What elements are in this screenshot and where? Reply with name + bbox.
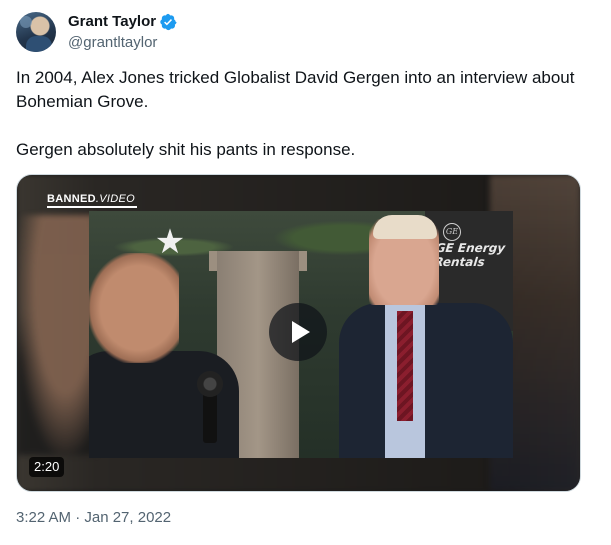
- video-player[interactable]: ★ GE GE Energy Rentals BANNED.VIDEO 2:20: [16, 174, 581, 492]
- tweet-text: In 2004, Alex Jones tricked Globalist Da…: [16, 66, 576, 162]
- ge-logo-icon: GE: [443, 223, 461, 241]
- author-display-name[interactable]: Grant Taylor: [68, 13, 156, 31]
- tweet-card: Grant Taylor @grantltaylor In 2004, Alex…: [0, 0, 611, 545]
- author-name-row: Grant Taylor: [68, 13, 177, 31]
- microphone-icon: [197, 371, 223, 397]
- tweet-paragraph: Gergen absolutely shit his pants in resp…: [16, 140, 356, 159]
- person-right-hair: [373, 215, 437, 239]
- person-right-tie: [397, 311, 413, 421]
- play-icon: [291, 321, 310, 343]
- play-button[interactable]: [269, 303, 327, 361]
- watermark-underline: [47, 206, 137, 208]
- person-left-head: [89, 253, 179, 363]
- scene-sign-text: GE Energy Rentals: [433, 241, 506, 269]
- author-handle[interactable]: @grantltaylor: [68, 34, 157, 52]
- tweet-paragraph: In 2004, Alex Jones tricked Globalist Da…: [16, 68, 575, 111]
- video-duration-badge: 2:20: [29, 457, 65, 477]
- avatar-glare: [20, 16, 32, 28]
- person-right-suit: [339, 303, 513, 458]
- verified-badge-icon[interactable]: [159, 13, 177, 31]
- video-watermark: BANNED.VIDEO: [47, 193, 135, 205]
- avatar[interactable]: [16, 12, 56, 52]
- avatar-figure: [26, 36, 52, 52]
- tweet-timestamp[interactable]: 3:22 AM · Jan 27, 2022: [16, 508, 171, 528]
- watermark-bold: BANNED: [47, 193, 96, 205]
- watermark-italic: .VIDEO: [95, 193, 135, 205]
- blurred-figure-left: [17, 215, 97, 455]
